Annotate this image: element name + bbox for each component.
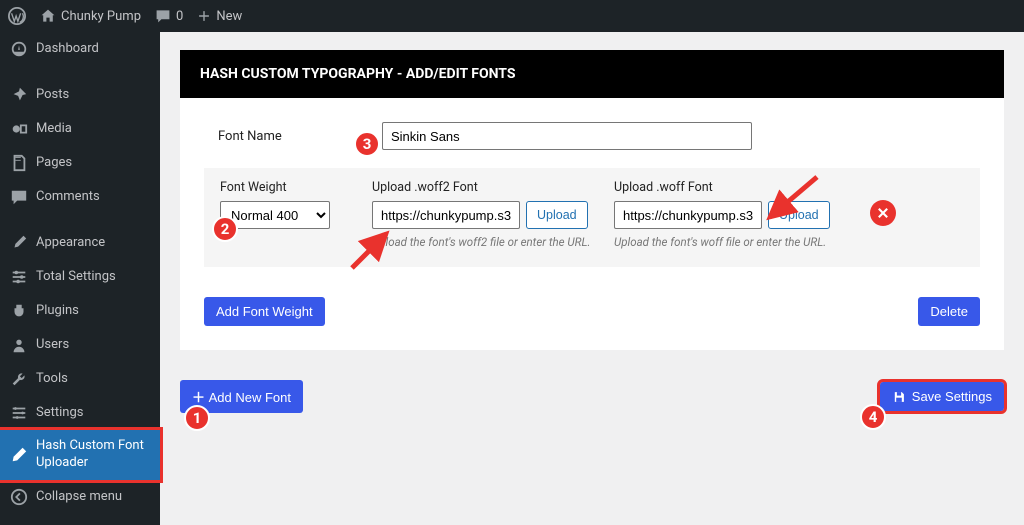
sidebar-item-hash-font-uploader[interactable]: Hash Custom Font Uploader <box>0 430 160 480</box>
brush-icon <box>10 234 28 252</box>
save-label: Save Settings <box>912 389 992 404</box>
collapse-icon <box>10 488 28 506</box>
site-name: Chunky Pump <box>61 9 141 24</box>
user-icon <box>10 336 28 354</box>
sliders-icon <box>10 268 28 286</box>
comments-count: 0 <box>176 9 183 24</box>
panel-title: HASH CUSTOM TYPOGRAPHY - ADD/EDIT FONTS <box>180 50 1004 98</box>
pin-icon <box>10 86 28 104</box>
font-weight-label: Font Weight <box>220 180 360 195</box>
sidebar-item-label: Total Settings <box>36 269 116 286</box>
sidebar-item-tools[interactable]: Tools <box>0 362 160 396</box>
sidebar-item-settings[interactable]: Settings <box>0 396 160 430</box>
plug-icon <box>10 302 28 320</box>
add-font-label: Add New Font <box>209 390 291 405</box>
sidebar-item-label: Hash Custom Font Uploader <box>36 438 150 472</box>
woff-label: Upload .woff Font <box>614 180 844 195</box>
content-area: HASH CUSTOM TYPOGRAPHY - ADD/EDIT FONTS … <box>160 32 1024 525</box>
sidebar-item-total-settings[interactable]: Total Settings <box>0 260 160 294</box>
sidebar-item-label: Tools <box>36 371 68 388</box>
sidebar-item-label: Media <box>36 121 72 138</box>
save-settings-button[interactable]: Save Settings <box>880 382 1004 411</box>
plus-icon: ＋ <box>192 390 209 405</box>
remove-weight-button[interactable] <box>870 200 896 226</box>
gear-icon <box>10 404 28 422</box>
dashboard-icon <box>10 40 28 58</box>
sidebar-item-label: Plugins <box>36 303 79 320</box>
panel-body: Font Name Font Weight Normal 400 Upload … <box>180 98 1004 350</box>
delete-font-button[interactable]: Delete <box>918 297 980 326</box>
woff2-help-text: Upload the font's woff2 file or enter th… <box>372 235 602 249</box>
site-home-link[interactable]: Chunky Pump <box>40 8 141 24</box>
sidebar-item-users[interactable]: Users <box>0 328 160 362</box>
add-font-weight-button[interactable]: Add Font Weight <box>204 297 325 326</box>
sidebar-item-label: Settings <box>36 405 83 422</box>
woff-upload-button[interactable]: Upload <box>768 201 830 229</box>
font-name-label: Font Name <box>218 129 338 144</box>
sidebar-item-posts[interactable]: Posts <box>0 78 160 112</box>
woff2-label: Upload .woff2 Font <box>372 180 602 195</box>
sidebar-item-label: Dashboard <box>36 41 99 58</box>
sidebar-item-plugins[interactable]: Plugins <box>0 294 160 328</box>
admin-bar: Chunky Pump 0 New <box>0 0 1024 32</box>
comment-icon <box>10 188 28 206</box>
media-icon <box>10 120 28 138</box>
save-icon <box>892 390 906 404</box>
sidebar-item-pages[interactable]: Pages <box>0 146 160 180</box>
new-label: New <box>216 9 242 24</box>
comments-link[interactable]: 0 <box>155 8 183 24</box>
admin-sidebar: Dashboard Posts Media Pages Comments App… <box>0 32 160 525</box>
font-name-input[interactable] <box>382 122 752 150</box>
wrench-icon <box>10 370 28 388</box>
annotation-marker-4: 4 <box>860 404 886 430</box>
annotation-marker-1: 1 <box>184 405 210 431</box>
sidebar-item-label: Users <box>36 337 69 354</box>
woff-url-input[interactable] <box>614 201 762 229</box>
collapse-label: Collapse menu <box>36 489 122 504</box>
font-weight-row: Font Weight Normal 400 Upload .woff2 Fon… <box>204 168 980 267</box>
woff2-url-input[interactable] <box>372 201 520 229</box>
new-content-link[interactable]: New <box>197 9 242 24</box>
sidebar-item-label: Comments <box>36 189 100 206</box>
sidebar-item-dashboard[interactable]: Dashboard <box>0 32 160 66</box>
sidebar-item-label: Pages <box>36 155 72 172</box>
pencil-icon <box>10 446 28 464</box>
close-icon <box>876 206 890 220</box>
woff-help-text: Upload the font's woff file or enter the… <box>614 235 844 249</box>
woff2-upload-button[interactable]: Upload <box>526 201 588 229</box>
sidebar-item-label: Posts <box>36 87 69 104</box>
sidebar-item-media[interactable]: Media <box>0 112 160 146</box>
annotation-marker-3: 3 <box>354 131 380 157</box>
collapse-menu[interactable]: Collapse menu <box>0 480 160 514</box>
sidebar-item-appearance[interactable]: Appearance <box>0 226 160 260</box>
sidebar-item-label: Appearance <box>36 235 105 252</box>
wp-logo[interactable] <box>8 7 26 25</box>
page-icon <box>10 154 28 172</box>
sidebar-item-comments[interactable]: Comments <box>0 180 160 214</box>
annotation-marker-2: 2 <box>212 216 238 242</box>
